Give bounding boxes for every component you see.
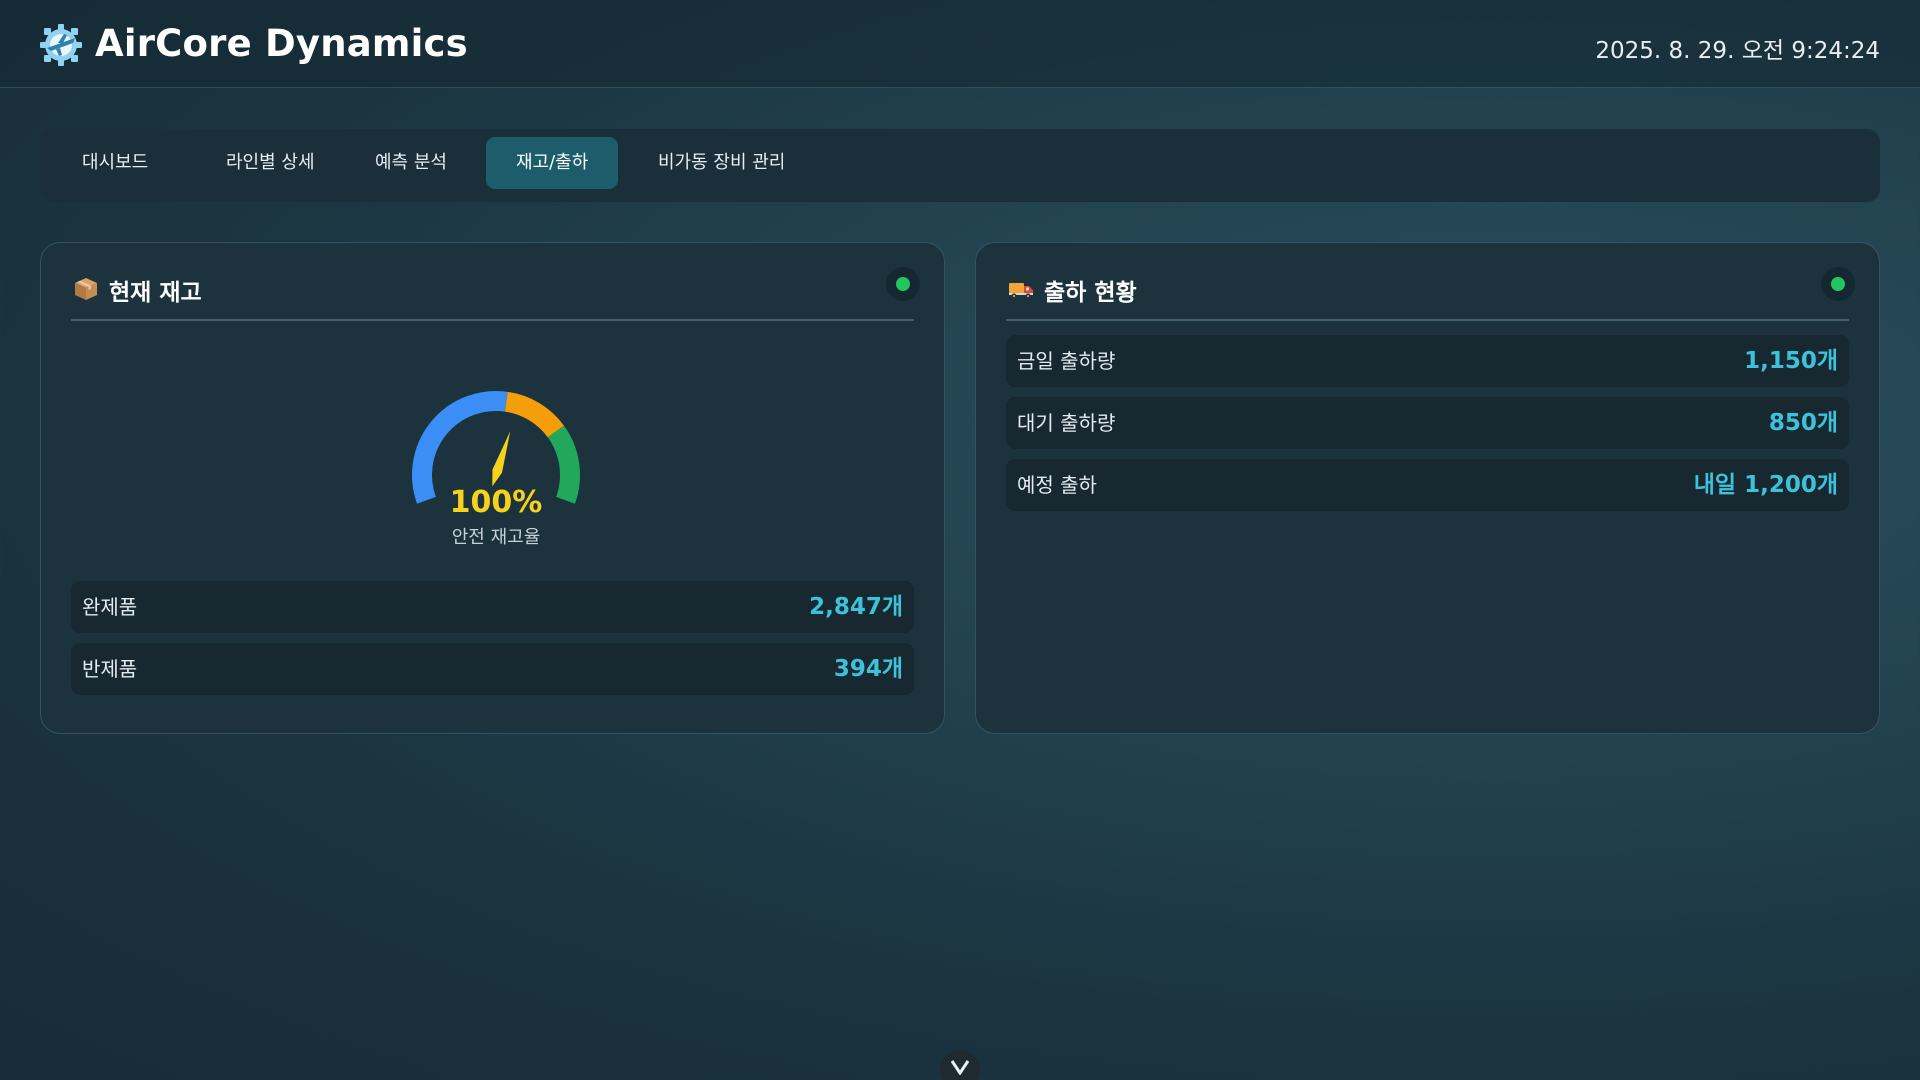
gauge-label: 안전 재고율 [451, 527, 541, 548]
inventory-card: 현재 재고 100% 안전 재고율 완제품 2,847개 반제품 394개 [40, 242, 945, 734]
row-value: 내일 1,200개 [1693, 472, 1838, 498]
current-datetime: 2025. 8. 29. 오전 9:24:24 [1595, 38, 1880, 64]
inventory-status-indicator [886, 267, 920, 301]
row-label: 반제품 [82, 657, 138, 681]
gauge-value: 100% [449, 485, 543, 520]
row-value: 1,150개 [1744, 348, 1838, 374]
scroll-down-button[interactable] [940, 1050, 980, 1080]
gauge-segment-orange [504, 391, 564, 438]
shipping-card-title: 출하 현황 [1044, 280, 1137, 306]
shipping-status-indicator [1821, 267, 1855, 301]
tab-forecast[interactable]: 예측 분석 [345, 137, 477, 189]
shipping-row-pending: 대기 출하량 850개 [1006, 397, 1849, 449]
row-label: 대기 출하량 [1017, 411, 1116, 435]
chevron-down-icon [951, 1060, 969, 1075]
gauge-needle [492, 431, 511, 487]
package-icon [75, 278, 97, 300]
row-value: 850개 [1768, 410, 1838, 436]
shipping-card-header: 출하 현황 [1006, 267, 1855, 321]
app-header: AirCore Dynamics 2025. 8. 29. 오전 9:24:24 [0, 0, 1920, 88]
status-dot [1831, 277, 1845, 291]
gear-airplane-logo-icon [40, 24, 82, 66]
tab-dashboard[interactable]: 대시보드 [52, 137, 178, 189]
row-label: 금일 출하량 [1017, 349, 1116, 373]
inventory-row-finished-goods: 완제품 2,847개 [71, 581, 914, 633]
tab-line-detail[interactable]: 라인별 상세 [196, 137, 345, 189]
row-label: 예정 출하 [1017, 473, 1097, 497]
status-dot [896, 277, 910, 291]
inventory-card-title: 현재 재고 [109, 280, 202, 306]
tab-downtime-equipment[interactable]: 비가동 장비 관리 [628, 137, 815, 189]
shipping-card: 출하 현황 금일 출하량 1,150개 대기 출하량 850개 예정 출하 내일… [975, 242, 1880, 734]
row-value: 394개 [833, 656, 903, 682]
inventory-row-semi-finished: 반제품 394개 [71, 643, 914, 695]
row-value: 2,847개 [809, 594, 903, 620]
delivery-truck-icon [1009, 283, 1033, 299]
shipping-row-scheduled: 예정 출하 내일 1,200개 [1006, 459, 1849, 511]
app-title: AirCore Dynamics [95, 22, 468, 65]
row-label: 완제품 [82, 595, 138, 619]
tab-bar: 대시보드 라인별 상세 예측 분석 재고/출하 비가동 장비 관리 [40, 129, 1880, 202]
inventory-card-header: 현재 재고 [71, 267, 920, 321]
tab-inventory-shipping[interactable]: 재고/출하 [486, 137, 619, 189]
shipping-row-today: 금일 출하량 1,150개 [1006, 335, 1849, 387]
